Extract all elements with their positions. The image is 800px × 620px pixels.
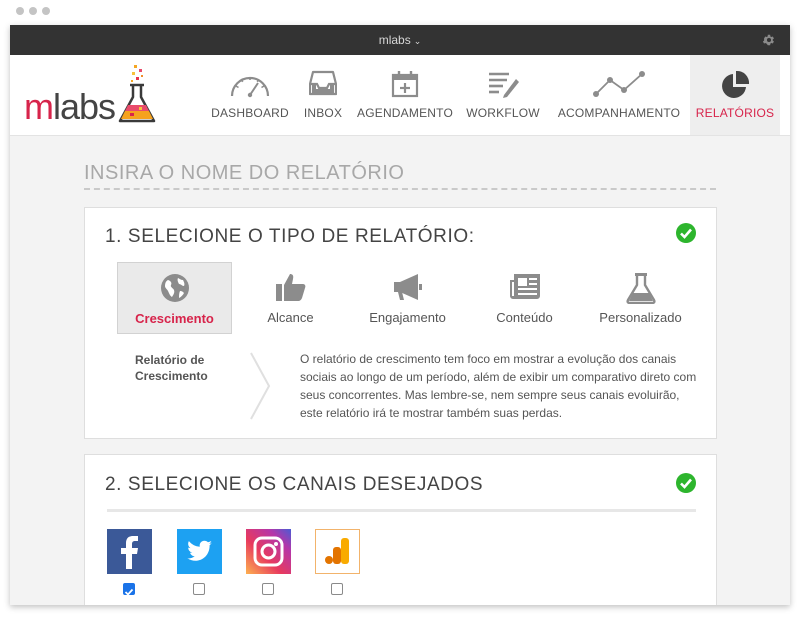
- channel-instagram[interactable]: [246, 529, 291, 601]
- nav-label: AGENDAMENTO: [357, 106, 453, 120]
- channel-twitter[interactable]: [177, 529, 222, 601]
- type-label: Personalizado: [599, 310, 682, 325]
- thumbs-up-icon: [275, 274, 305, 301]
- type-personalizado[interactable]: Personalizado: [583, 262, 698, 334]
- line-trend-icon: [593, 71, 645, 97]
- report-type-section: 1. SELECIONE O TIPO DE RELATÓRIO: Cresci…: [84, 207, 717, 439]
- gauge-icon: [230, 76, 270, 98]
- mlabs-logo[interactable]: mlabs: [24, 63, 164, 128]
- report-type-list: Crescimento Alcance Engajamento Conteúdo…: [117, 262, 697, 334]
- report-name-placeholder: INSIRA O NOME DO RELATÓRIO: [84, 162, 405, 184]
- account-name: mlabs: [378, 33, 411, 47]
- pie-chart-icon: [722, 70, 750, 98]
- type-label: Conteúdo: [496, 310, 553, 325]
- type-conteudo[interactable]: Conteúdo: [467, 262, 582, 334]
- channel-list: [107, 529, 407, 605]
- channel-checkbox[interactable]: [123, 583, 135, 596]
- nav-label: RELATÓRIOS: [695, 106, 775, 120]
- account-switcher[interactable]: mlabs ⌄: [10, 33, 790, 47]
- window-dot[interactable]: [16, 7, 24, 15]
- logo-text-labs: labs: [53, 86, 116, 127]
- nav-label: WORKFLOW: [466, 106, 540, 120]
- window-controls: [16, 7, 50, 15]
- channel-google-analytics[interactable]: [315, 529, 360, 601]
- nav-label: INBOX: [303, 106, 343, 120]
- workflow-list-icon: [489, 72, 519, 98]
- channel-checkbox[interactable]: [193, 583, 205, 595]
- description-title: Relatório de Crescimento: [135, 353, 208, 383]
- report-name-input[interactable]: INSIRA O NOME DO RELATÓRIO: [84, 160, 716, 190]
- twitter-icon: [177, 529, 222, 574]
- channel-facebook[interactable]: [107, 529, 152, 601]
- nav-label: DASHBOARD: [211, 106, 289, 120]
- check-circle-icon: [676, 473, 696, 493]
- logo-text-m: m: [24, 86, 54, 127]
- nav-relatorios[interactable]: RELATÓRIOS: [690, 55, 780, 135]
- channels-section: 2. SELECIONE OS CANAIS DESEJADOS: [84, 454, 717, 605]
- section-title: 2. SELECIONE OS CANAIS DESEJADOS: [105, 474, 484, 495]
- nav-inbox[interactable]: INBOX: [294, 55, 352, 135]
- gear-icon[interactable]: [762, 33, 776, 47]
- nav-acompanhamento[interactable]: ACOMPANHAMENTO: [548, 55, 690, 135]
- chevron-right-icon: [250, 352, 271, 420]
- type-label: Crescimento: [135, 311, 214, 326]
- channel-checkbox[interactable]: [331, 583, 343, 595]
- type-alcance[interactable]: Alcance: [233, 262, 348, 334]
- type-label: Alcance: [267, 310, 314, 325]
- logo-flask-icon: [118, 65, 156, 123]
- description-text: O relatório de crescimento tem foco em m…: [300, 352, 697, 420]
- window-dot[interactable]: [29, 7, 37, 15]
- calendar-add-icon: [391, 71, 419, 98]
- facebook-icon: [107, 529, 152, 574]
- app-header: mlabs DASHBOARD INBOX AGENDAMENTO WORKFL…: [10, 55, 790, 136]
- flask-icon: [625, 273, 656, 304]
- inbox-icon: [309, 70, 337, 96]
- section-divider: [107, 509, 696, 512]
- nav-agendamento[interactable]: AGENDAMENTO: [352, 55, 458, 135]
- section-title: 1. SELECIONE O TIPO DE RELATÓRIO:: [105, 226, 475, 247]
- newspaper-icon: [509, 274, 540, 299]
- check-circle-icon: [676, 223, 696, 243]
- app-window: mlabs ⌄ mlabs DASHBOARD INBOX AGENDAMENT…: [10, 25, 790, 605]
- window-dot[interactable]: [42, 7, 50, 15]
- globe-icon: [160, 274, 189, 302]
- type-label: Engajamento: [369, 310, 446, 325]
- megaphone-icon: [393, 274, 422, 300]
- type-crescimento[interactable]: Crescimento: [117, 262, 232, 334]
- google-analytics-icon: [315, 529, 360, 574]
- channel-checkbox[interactable]: [262, 583, 274, 595]
- instagram-icon: [246, 529, 291, 574]
- nav-workflow[interactable]: WORKFLOW: [458, 55, 548, 135]
- nav-label: ACOMPANHAMENTO: [557, 106, 681, 120]
- chevron-down-icon: ⌄: [413, 36, 422, 46]
- title-bar: mlabs ⌄: [10, 25, 790, 55]
- type-engajamento[interactable]: Engajamento: [350, 262, 465, 334]
- nav-dashboard[interactable]: DASHBOARD: [206, 55, 294, 135]
